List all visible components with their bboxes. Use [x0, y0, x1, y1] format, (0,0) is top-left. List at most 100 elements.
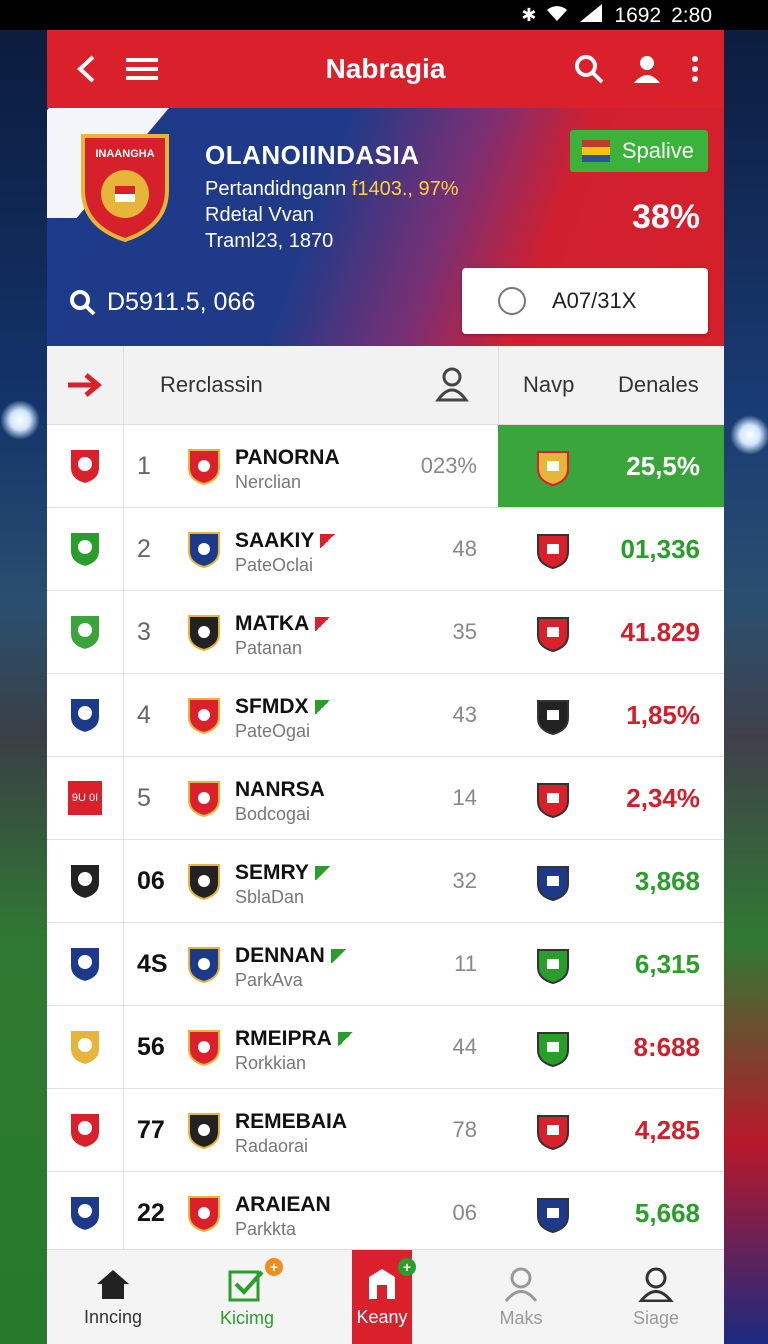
row-value: 8:688: [633, 1031, 701, 1062]
team-name: DENNAN: [235, 944, 325, 967]
opponent-logo-icon: [537, 1032, 569, 1068]
side-crest: [47, 674, 124, 756]
nav-item-maks[interactable]: Maks: [461, 1250, 581, 1344]
shield-red-icon: [69, 448, 101, 486]
stadium-background-left: [0, 0, 48, 1344]
nav-item-keany[interactable]: + Keany: [352, 1250, 416, 1344]
match-info-highlight: f1403., 97%: [351, 178, 459, 200]
radio-button[interactable]: [498, 287, 526, 315]
team-name: PANORNA: [235, 446, 340, 469]
menu-icon[interactable]: [125, 52, 159, 86]
rank-number: 22: [137, 1198, 165, 1227]
column-header-navp[interactable]: Navp: [523, 372, 574, 398]
rank-number: 5: [137, 783, 151, 812]
user-icon: [504, 1267, 538, 1302]
nav-item-siage[interactable]: Siage: [596, 1250, 716, 1344]
arrow-right-icon[interactable]: [47, 346, 124, 424]
rank-number: 3: [137, 617, 151, 646]
nav-label: Kicimg: [219, 1307, 274, 1328]
opponent-logo-icon: [537, 866, 569, 902]
team-name: SAAKIY: [235, 529, 315, 552]
side-crest: [47, 840, 124, 922]
stat-number: 32: [452, 868, 477, 893]
team-names: MATKA Patanan: [235, 612, 332, 659]
team-names: DENNAN ParkAva: [235, 944, 347, 991]
stat-number: 023%: [420, 453, 477, 478]
back-icon[interactable]: [69, 52, 103, 86]
team-logo-icon: [188, 1196, 220, 1233]
stat-number: 48: [452, 536, 477, 561]
side-crest: 9U 0I: [47, 757, 124, 839]
row-value: 41.829: [620, 616, 700, 647]
table-row[interactable]: 56 RMEIPRA Rorkkian 44 8:688: [47, 1006, 724, 1089]
home-icon: [97, 1269, 129, 1299]
table-title: Rerclassin: [160, 372, 263, 397]
column-header-denales[interactable]: Denales: [618, 372, 699, 398]
side-crest: [47, 1089, 124, 1171]
live-chip-label: Spalive: [621, 138, 694, 163]
house-outline-icon: [369, 1268, 395, 1299]
rank-number: 06: [137, 866, 165, 895]
table-row[interactable]: 77 REMEBAIA Radaorai 78 4,285: [47, 1089, 724, 1172]
team-subtitle: Patanan: [235, 638, 303, 658]
side-crest: [47, 425, 124, 507]
team-names: PANORNA Nerclian: [235, 446, 340, 493]
nav-item-home[interactable]: Inncing: [53, 1250, 173, 1344]
tricolor-shield-icon: [69, 863, 101, 901]
red-white-shield-icon: [69, 1112, 101, 1150]
checkbox-icon: [228, 1270, 264, 1301]
team-name: SEMRY: [235, 861, 309, 884]
wifi-icon: [546, 4, 568, 27]
stat-number: 35: [452, 619, 477, 644]
live-chip-button[interactable]: Spalive: [569, 130, 708, 172]
more-options-icon[interactable]: [688, 52, 702, 86]
user-icon[interactable]: [435, 366, 469, 407]
opponent-logo-icon: [537, 534, 569, 570]
row-value: 25,5%: [626, 450, 700, 481]
team-names: RMEIPRA Rorkkian: [235, 1027, 354, 1074]
table-row[interactable]: 1 PANORNA Nerclian 023% 25,5%: [47, 425, 724, 508]
side-icon-text: 9U 0I: [71, 792, 99, 804]
team-subtitle: Rorkkian: [235, 1053, 307, 1073]
team-names: SFMDX PateOgai: [235, 695, 331, 742]
table-row[interactable]: 4S DENNAN ParkAva 11 6,315: [47, 923, 724, 1006]
crest-text: INAANGHA: [95, 148, 155, 160]
profile-icon[interactable]: [630, 52, 664, 86]
team-names: REMEBAIA Radaorai: [235, 1110, 347, 1157]
team-logo-icon: [188, 698, 220, 735]
status-bar: ✱ 1692 2:80: [0, 0, 768, 30]
mini-flag-icon: [315, 617, 332, 631]
stat-number: 11: [454, 951, 477, 976]
table-row[interactable]: 9U 0I 5 NANRSA Bodcogai 14 2,34%: [47, 757, 724, 840]
side-crest: [47, 591, 124, 673]
table-row[interactable]: 2 SAAKIY PateOclai 48 01,336: [47, 508, 724, 591]
table-row[interactable]: 06 SEMRY SblaDan 32 3,868: [47, 840, 724, 923]
side-crest: [47, 1006, 124, 1088]
nav-item-matches[interactable]: + Kicimg: [187, 1250, 307, 1344]
opponent-logo-icon: [537, 949, 569, 985]
team-name: NANRSA: [235, 778, 325, 801]
team-logo-icon: [188, 615, 220, 652]
team-names: NANRSA Bodcogai: [235, 778, 325, 825]
table-row[interactable]: 4 SFMDX PateOgai 43 1,85%: [47, 674, 724, 757]
search-icon: [70, 289, 96, 315]
rank-number: 4S: [137, 949, 168, 978]
opponent-logo-icon: [537, 1198, 569, 1234]
circle-eagle-icon: [69, 531, 101, 569]
search-icon[interactable]: [572, 52, 606, 86]
table-row[interactable]: 22 ARAIEAN Parkkta 06 5,668: [47, 1172, 724, 1255]
gold-shield-icon: [69, 1029, 101, 1067]
match-info-prefix: Pertandidngann: [205, 178, 352, 200]
option-selector[interactable]: A07/31X: [462, 268, 708, 334]
stadium-background-right: [720, 0, 768, 1344]
table-row[interactable]: 3 MATKA Patanan 35 41.829: [47, 591, 724, 674]
clock: 2:80: [671, 3, 712, 27]
column-divider: [498, 346, 499, 424]
blue-shield-icon: [69, 946, 101, 984]
team-logo-icon: [188, 864, 220, 901]
hero-search[interactable]: D5911.5, 066: [69, 288, 255, 317]
signal-text: 1692: [614, 3, 662, 27]
stat-number: 06: [452, 1200, 477, 1225]
row-value: 1,85%: [626, 699, 700, 730]
team-logo-icon: [188, 449, 220, 486]
